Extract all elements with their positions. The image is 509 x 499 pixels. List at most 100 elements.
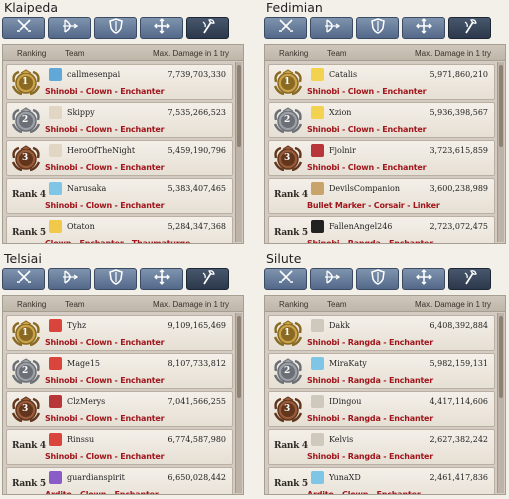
rank-number: 1 <box>22 328 29 338</box>
tab-swordsman[interactable] <box>264 268 307 290</box>
tab-scout[interactable] <box>402 17 445 39</box>
ranking-row[interactable]: 1 callmesenpai 7,739,703,330 Shinobi - Clow… <box>6 64 233 100</box>
column-header: Ranking Team Max. Damage in 1 try <box>3 45 243 61</box>
player-name[interactable]: FallenAngel246 <box>329 222 392 231</box>
ranking-row[interactable]: 3 ClzMerys 7,041,566,255 Shinobi - Clown - … <box>6 391 233 427</box>
tab-cleric[interactable] <box>94 268 137 290</box>
tab-wizard[interactable] <box>186 17 229 39</box>
player-name[interactable]: Kelvis <box>329 435 353 444</box>
ranking-board: Ranking Team Max. Damage in 1 try 1 Catalis 5… <box>264 44 506 244</box>
player-name[interactable]: callmesenpai <box>67 70 120 79</box>
damage-value: 6,408,392,884 <box>429 321 488 330</box>
scrollbar-thumb[interactable] <box>499 316 503 398</box>
scrollbar[interactable] <box>497 313 504 493</box>
rank-number: 3 <box>284 404 291 414</box>
scrollbar[interactable] <box>235 62 242 242</box>
player-name[interactable]: guardianspirit <box>67 473 125 482</box>
player-avatar-icon <box>311 220 324 233</box>
ranking-row[interactable]: 1 Dakk 6,408,392,884 Shinobi - Rangda - Enc… <box>268 315 495 351</box>
ranking-row[interactable]: Rank 5 Otaton 5,284,347,368 Clown - Enchant… <box>6 216 233 243</box>
player-name[interactable]: YunaXD <box>329 473 361 482</box>
staff-icon <box>198 18 218 39</box>
team-classes: Shinobi - Clown - Enchanter <box>45 338 165 347</box>
team-classes: Shinobi - Clown - Enchanter <box>307 87 427 96</box>
ranking-row[interactable]: 2 Xzion 5,936,398,567 Shinobi - Clown - Enc… <box>268 102 495 138</box>
tab-cleric[interactable] <box>356 268 399 290</box>
ranking-row[interactable]: 1 Catalis 5,971,860,210 Shinobi - Clown - E… <box>268 64 495 100</box>
ranking-row[interactable]: 2 MiraKaty 5,982,159,131 Shinobi - Rangda -… <box>268 353 495 389</box>
ranking-panel: Silute Ranking Team Max. Damage in 1 try 1 Da… <box>264 251 506 496</box>
class-tabs <box>2 268 244 290</box>
ranking-row[interactable]: 1 Tyhz 9,109,165,469 Shinobi - Clown - Ench… <box>6 315 233 351</box>
ranking-row[interactable]: 3 IDingou 4,417,114,606 Shinobi - Rangda - … <box>268 391 495 427</box>
tab-swordsman[interactable] <box>2 17 45 39</box>
player-name[interactable]: Otaton <box>67 222 95 231</box>
team-classes: Shinobi - Clown - Enchanter <box>45 201 165 210</box>
rank-number: 1 <box>284 77 291 87</box>
player-name[interactable]: Mage15 <box>67 359 100 368</box>
team-classes: Shinobi - Clown - Enchanter <box>45 87 165 96</box>
player-avatar-icon <box>49 144 62 157</box>
ranking-row[interactable]: Rank 5 YunaXD 2,461,417,836 Ardito - Clown … <box>268 467 495 494</box>
tab-swordsman[interactable] <box>264 17 307 39</box>
team-classes: Shinobi - Clown - Enchanter <box>45 414 165 423</box>
player-name[interactable]: ClzMerys <box>67 397 105 406</box>
ranking-board: Ranking Team Max. Damage in 1 try 1 callmese… <box>2 44 244 244</box>
ranking-row[interactable]: 3 Fjolnir 3,723,615,859 Shinobi - Clown - E… <box>268 140 495 176</box>
scrollbar[interactable] <box>497 62 504 242</box>
tab-wizard[interactable] <box>448 17 491 39</box>
tab-scout[interactable] <box>140 268 183 290</box>
ranking-row[interactable]: Rank 4 Narusaka 5,383,407,465 Shinobi - Clo… <box>6 178 233 214</box>
tab-archer[interactable] <box>310 268 353 290</box>
player-name[interactable]: Rinssu <box>67 435 94 444</box>
tab-wizard[interactable] <box>186 268 229 290</box>
tab-swordsman[interactable] <box>2 268 45 290</box>
team-classes: Shinobi - Clown - Enchanter <box>307 163 427 172</box>
player-name[interactable]: DevilsCompanion <box>329 184 400 193</box>
tab-archer[interactable] <box>310 17 353 39</box>
player-name[interactable]: Dakk <box>329 321 350 330</box>
player-avatar-icon <box>49 106 62 119</box>
scrollbar[interactable] <box>235 313 242 493</box>
tab-scout[interactable] <box>140 17 183 39</box>
tab-archer[interactable] <box>48 17 91 39</box>
player-name[interactable]: Fjolnir <box>329 146 356 155</box>
cross-arrows-icon <box>414 17 434 39</box>
player-name[interactable]: Tyhz <box>67 321 86 330</box>
bow-icon <box>322 269 342 290</box>
ranking-row[interactable]: 3 HeroOfTheNight 5,459,190,796 Shinobi - Cl… <box>6 140 233 176</box>
ranking-row[interactable]: Rank 4 Kelvis 2,627,382,242 Shinobi - Rangd… <box>268 429 495 465</box>
bow-icon <box>60 269 80 290</box>
player-avatar-icon <box>311 357 324 370</box>
player-name[interactable]: Xzion <box>329 108 351 117</box>
ranking-row[interactable]: Rank 4 Rinssu 6,774,587,980 Shinobi - Clown… <box>6 429 233 465</box>
player-name[interactable]: MiraKaty <box>329 359 367 368</box>
scrollbar-thumb[interactable] <box>499 65 503 147</box>
server-name: Telsiai <box>4 251 42 266</box>
ranking-row[interactable]: Rank 5 FallenAngel246 2,723,072,475 Shinobi… <box>268 216 495 244</box>
damage-value: 8,107,733,812 <box>167 359 226 368</box>
ranking-row[interactable]: Rank 4 DevilsCompanion 3,600,238,989 Bullet… <box>268 178 495 214</box>
server-name: Klaipeda <box>4 0 59 15</box>
player-avatar-icon <box>49 395 62 408</box>
ranking-row[interactable]: 2 Mage15 8,107,733,812 Shinobi - Clown - En… <box>6 353 233 389</box>
player-name[interactable]: IDingou <box>329 397 361 406</box>
staff-icon <box>460 269 480 290</box>
tab-wizard[interactable] <box>448 268 491 290</box>
tab-cleric[interactable] <box>356 17 399 39</box>
ranking-row[interactable]: 2 Skippy 7,535,266,523 Shinobi - Clown - En… <box>6 102 233 138</box>
player-name[interactable]: HeroOfTheNight <box>67 146 135 155</box>
scrollbar-thumb[interactable] <box>237 65 241 147</box>
damage-value: 5,383,407,465 <box>167 184 226 193</box>
team-classes: Shinobi - Rangda - Enchanter <box>307 239 434 244</box>
staff-icon <box>460 18 480 39</box>
tab-scout[interactable] <box>402 268 445 290</box>
tab-cleric[interactable] <box>94 17 137 39</box>
scrollbar-thumb[interactable] <box>237 316 241 398</box>
player-name[interactable]: Skippy <box>67 108 95 117</box>
tab-archer[interactable] <box>48 268 91 290</box>
ranking-row[interactable]: Rank 5 guardianspirit 6,650,028,442 Ardito … <box>6 467 233 494</box>
player-name[interactable]: Catalis <box>329 70 357 79</box>
player-name[interactable]: Narusaka <box>67 184 106 193</box>
damage-value: 5,982,159,131 <box>429 359 488 368</box>
